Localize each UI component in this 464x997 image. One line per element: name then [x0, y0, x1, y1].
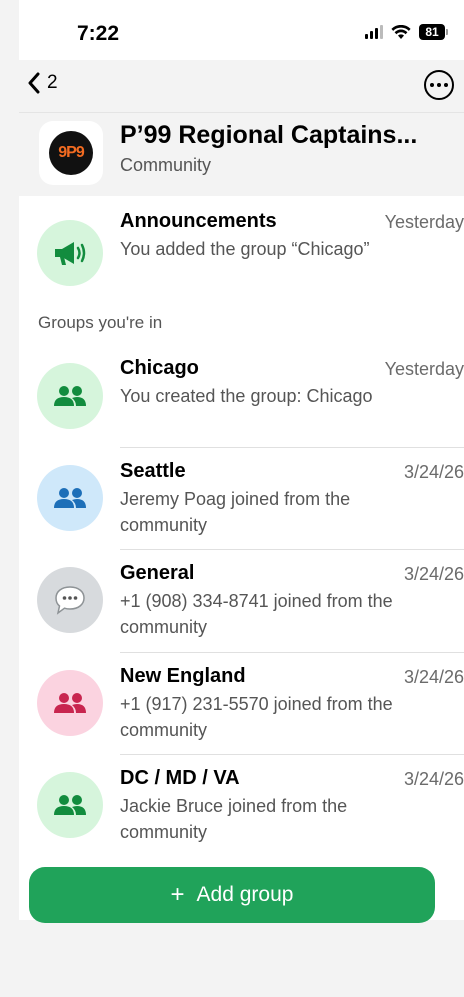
speech-bubble-icon: [55, 586, 85, 615]
group-row-dc-md-va[interactable]: DC / MD / VA 3/24/26 Jackie Bruce joined…: [19, 755, 464, 856]
community-subtitle: Community: [120, 155, 212, 175]
groups-section-label: Groups you're in: [38, 313, 163, 332]
megaphone-icon: [55, 242, 86, 265]
status-icons: 81: [365, 24, 448, 40]
left-margin: [0, 0, 19, 920]
group-row-seattle[interactable]: Seattle 3/24/26 Jeremy Poag joined from …: [19, 448, 464, 549]
group-date: 3/24/26: [403, 769, 464, 789]
wifi-icon: [391, 24, 411, 39]
battery-icon: 81: [419, 24, 448, 40]
more-icon: [430, 83, 434, 87]
group-avatar: [37, 670, 103, 736]
announcements-row[interactable]: Announcements Yesterday You added the gr…: [19, 196, 464, 302]
chevron-left-icon: [28, 72, 40, 94]
group-icon: [54, 795, 86, 815]
announcements-title: Announcements: [120, 210, 277, 232]
plus-icon: +: [170, 881, 185, 908]
announcements-date: Yesterday: [384, 212, 464, 232]
back-count: 2: [47, 72, 58, 93]
group-preview: You created the group: Chicago: [120, 386, 373, 406]
group-title: Chicago: [120, 357, 199, 379]
group-row-new-england[interactable]: New England 3/24/26 +1 (917) 231-5570 jo…: [19, 653, 464, 754]
announcements-avatar: [37, 220, 103, 286]
group-title: DC / MD / VA: [120, 767, 240, 789]
status-bar: 7:22 81: [19, 0, 464, 60]
group-icon: [54, 386, 86, 406]
signal-icon: [365, 25, 383, 39]
group-avatar: [37, 465, 103, 531]
group-preview: Jackie Bruce joined from the community: [120, 796, 348, 842]
group-icon: [54, 693, 86, 713]
group-row-chicago[interactable]: Chicago Yesterday You created the group:…: [19, 345, 464, 447]
battery-level: 81: [419, 24, 445, 40]
group-date: 3/24/26: [403, 564, 464, 584]
group-date: Yesterday: [384, 359, 464, 379]
group-preview: Jeremy Poag joined from the community: [120, 489, 351, 535]
group-title: New England: [120, 665, 246, 687]
back-button[interactable]: 2: [27, 72, 58, 94]
more-options-button[interactable]: [424, 70, 454, 100]
group-title: Seattle: [120, 460, 186, 482]
announcements-preview: You added the group “Chicago”: [120, 239, 370, 259]
logo-mark: 9P9: [49, 131, 93, 175]
phone-screen: 7:22 81 2 9P9 P’99 Regional Captains... …: [19, 0, 464, 920]
group-avatar: [37, 363, 103, 429]
community-logo: 9P9: [39, 121, 103, 185]
bottom-area: [0, 920, 464, 997]
group-date: 3/24/26: [403, 462, 464, 482]
group-date: 3/24/26: [403, 667, 464, 687]
group-preview: +1 (917) 231-5570 joined from the commun…: [120, 694, 393, 740]
community-header[interactable]: 9P9 P’99 Regional Captains... Community: [19, 112, 464, 196]
group-avatar: [37, 772, 103, 838]
status-time: 7:22: [77, 22, 120, 45]
group-icon: [54, 488, 86, 508]
add-group-button[interactable]: + Add group: [29, 867, 435, 923]
group-avatar: [37, 567, 103, 633]
group-row-general[interactable]: General 3/24/26 +1 (908) 334-8741 joined…: [19, 550, 464, 652]
nav-bar: 2: [19, 60, 464, 112]
group-preview: +1 (908) 334-8741 joined from the commun…: [120, 591, 393, 637]
add-group-label: Add group: [196, 883, 294, 906]
community-name: P’99 Regional Captains...: [120, 121, 418, 149]
group-title: General: [120, 562, 195, 584]
